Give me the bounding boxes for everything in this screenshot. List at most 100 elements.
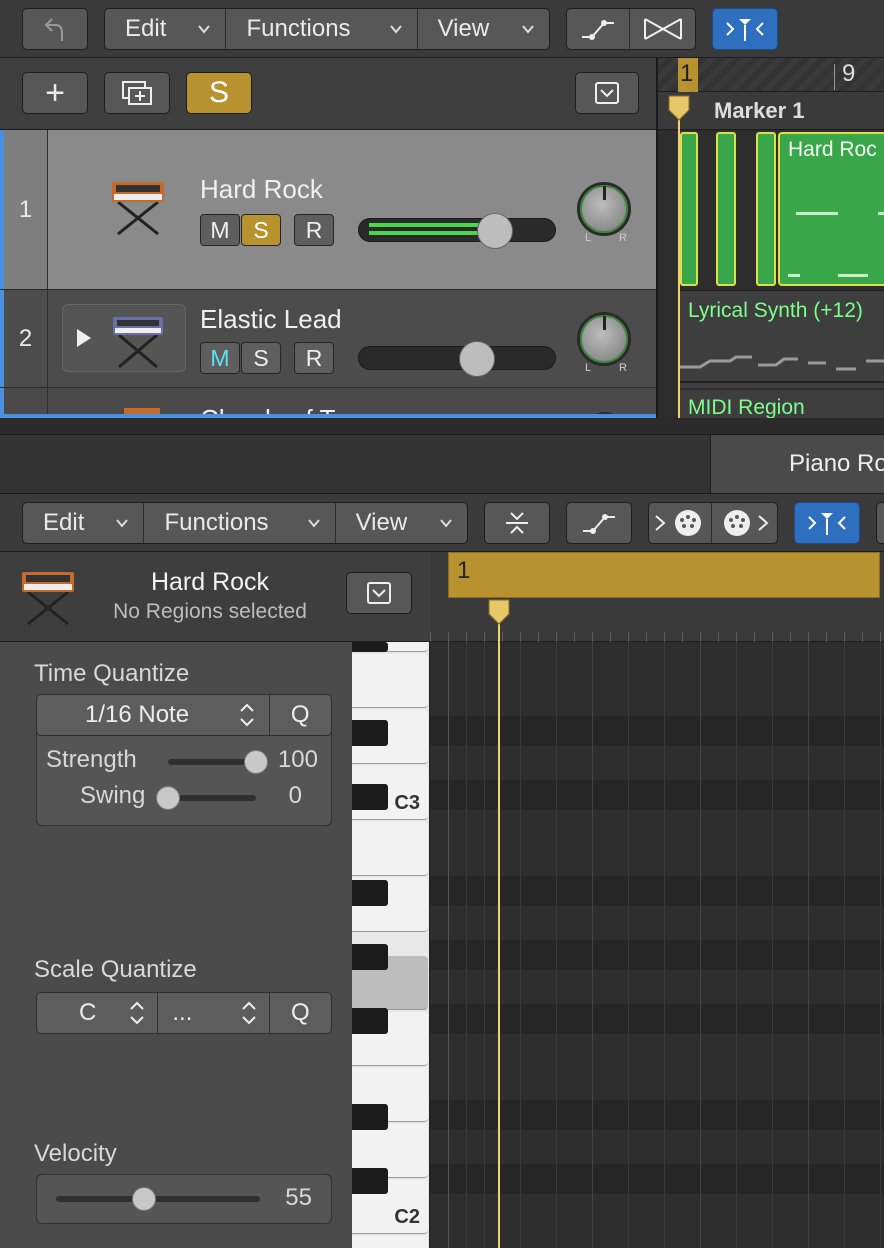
automation-button[interactable] [566,502,632,544]
flex-time-button[interactable] [630,9,695,49]
view-menu[interactable]: View [418,9,549,49]
piano-black-key[interactable] [352,1104,388,1130]
region-bar[interactable]: 1 [448,552,880,598]
midi-region[interactable] [756,132,776,286]
velocity-slider[interactable] [56,1196,260,1202]
flex-time-icon [643,18,682,40]
selection-frame [0,414,660,418]
scale-quantize-control: C ... Q [36,992,332,1034]
new-track-with-settings-button[interactable] [104,72,170,114]
solo-button[interactable]: S [241,342,281,374]
tracks-menu-bar: Edit Functions View [104,8,550,50]
record-enable-button[interactable]: R [294,214,334,246]
piano-black-key[interactable] [352,1168,388,1194]
catch-button[interactable] [794,502,860,544]
piano-roll-grid[interactable]: 1 [430,552,884,1248]
automation-button[interactable] [567,9,631,49]
chevron-down-icon [116,519,129,528]
mute-button[interactable]: M [200,342,240,374]
midi-out-button[interactable] [712,503,777,543]
track-row-elastic-lead[interactable]: 2 Elastic Lead M S R L R [0,290,656,388]
volume-fader[interactable] [358,213,556,249]
scale-quantize-q-button[interactable]: Q [270,993,331,1033]
piano-black-key[interactable] [352,642,388,652]
midi-region-hard-rock[interactable]: Hard Roc [778,132,884,286]
catch-button[interactable] [712,8,778,50]
collapse-view-button[interactable] [484,502,550,544]
track-number: 1 [0,130,48,289]
piano-black-key[interactable] [352,944,388,970]
velocity-slider-thumb[interactable] [131,1187,156,1211]
swing-value: 0 [288,782,302,809]
overflow-button[interactable] [876,502,884,544]
volume-fader[interactable] [358,341,556,377]
piano-white-key[interactable] [352,822,428,876]
time-quantize-q-button[interactable]: Q [270,695,331,735]
piano-black-key[interactable] [352,784,388,810]
scale-quantize-title: Scale Quantize [34,956,197,983]
catch-playhead-button[interactable] [22,8,88,50]
mute-button[interactable]: M [200,214,240,246]
edit-menu[interactable]: Edit [23,503,145,543]
tracks-toolbar: Edit Functions View [0,0,884,58]
midi-region[interactable]: MIDI Region [680,390,884,418]
arrange-area: 1 9 Marker 1 Hard Roc Lyrical Synth (+12… [656,58,884,418]
pan-knob[interactable]: L R [577,182,635,246]
strength-slider-thumb[interactable] [244,750,268,774]
track-name: Elastic Lead [200,304,342,334]
record-enable-button[interactable]: R [294,342,334,374]
marker-label[interactable]: Marker 1 [714,98,805,124]
volume-fader-thumb[interactable] [477,213,513,249]
piano-white-key[interactable] [352,654,428,708]
editor-menu-bar: Edit Functions View [22,502,468,544]
global-solo-button[interactable]: S [186,72,252,114]
synth-keyboard-icon [22,572,74,626]
bar-ruler[interactable]: 1 9 [658,58,884,92]
midi-region[interactable] [680,132,698,286]
piano-black-key[interactable] [352,720,388,746]
solo-button[interactable]: S [241,214,281,246]
add-track-button[interactable]: + [22,72,88,114]
pan-knob[interactable]: L R [577,312,635,376]
midi-out-icon [723,510,769,536]
time-quantize-select[interactable]: 1/16 Note [37,695,270,735]
strength-slider[interactable] [168,759,256,765]
midi-in-icon [655,510,701,536]
functions-menu[interactable]: Functions [226,9,418,49]
piano-black-key[interactable] [352,1008,388,1034]
midi-in-button[interactable] [649,503,713,543]
piano-keyboard[interactable]: C3 C2 [352,642,430,1248]
track-row-hard-rock[interactable]: 1 Hard Rock M S R L R [0,130,656,290]
chevron-down-icon [389,25,402,34]
playhead[interactable] [678,114,680,418]
time-quantize-control: 1/16 Note Q [36,694,332,736]
updown-chevron-icon [241,1001,256,1025]
disclosure-triangle-icon [77,329,91,347]
midi-region[interactable] [716,132,736,286]
midi-io-group [648,502,778,544]
dropdown-box-icon [367,582,391,604]
piano-white-key[interactable] [352,1236,428,1248]
inspector-options-button[interactable] [346,572,412,614]
plus-icon: + [45,73,65,112]
playhead-handle-icon[interactable] [667,94,691,122]
playhead-handle-icon[interactable] [487,598,511,626]
scale-type-select[interactable]: ... [158,993,270,1033]
functions-menu[interactable]: Functions [144,503,336,543]
playhead[interactable] [498,616,500,1248]
swing-slider-thumb[interactable] [156,786,180,810]
tab-piano-roll[interactable]: Piano Ro [710,435,884,493]
track-options-button[interactable] [575,72,639,114]
track-stack-disclosure[interactable] [62,304,186,372]
swing-slider[interactable] [168,795,256,801]
midi-note-preview [680,355,884,371]
scale-root-select[interactable]: C [37,993,159,1033]
volume-fader-thumb[interactable] [459,341,495,377]
chevron-down-icon [307,519,320,528]
piano-black-key[interactable] [352,880,388,906]
collapse-icon [506,512,528,534]
chevron-down-icon [440,519,452,528]
region-lyrical-synth[interactable]: Lyrical Synth (+12) [680,290,884,388]
view-menu[interactable]: View [336,503,467,543]
edit-menu[interactable]: Edit [105,9,227,49]
